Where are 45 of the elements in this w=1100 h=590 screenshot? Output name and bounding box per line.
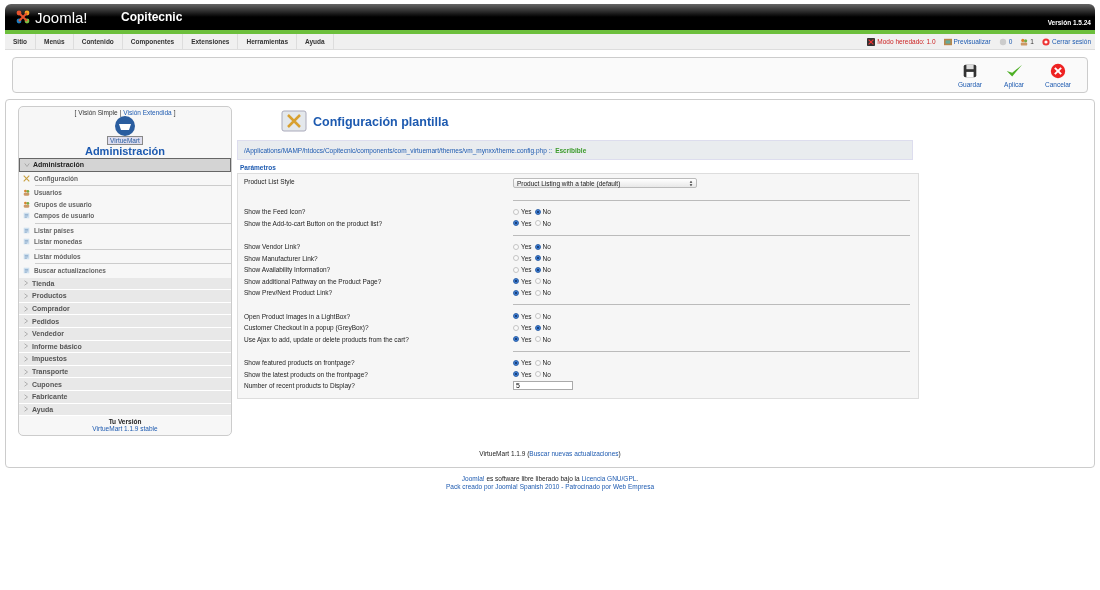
radio-button[interactable] — [513, 289, 519, 296]
radio-button[interactable] — [513, 243, 519, 250]
document-icon — [23, 267, 30, 275]
radio-button[interactable] — [513, 266, 519, 273]
power-icon — [1042, 37, 1050, 46]
radio-button[interactable] — [534, 278, 541, 285]
radio-button[interactable] — [513, 220, 519, 227]
updown-arrow-icon — [689, 179, 693, 187]
site-name: Copitecnic — [121, 10, 183, 24]
badge-icon — [867, 37, 876, 46]
radio-button[interactable] — [513, 371, 519, 378]
radio-button[interactable] — [513, 359, 519, 366]
users-icon — [1020, 37, 1029, 46]
cancel-icon — [1049, 62, 1067, 80]
radio-button[interactable] — [534, 220, 541, 227]
radio-button[interactable] — [513, 336, 519, 343]
radio-button[interactable] — [534, 208, 541, 215]
radio-button[interactable] — [513, 324, 519, 331]
users-icon — [23, 200, 30, 208]
document-icon — [23, 252, 30, 260]
document-icon — [23, 226, 30, 234]
chevron-icon — [24, 161, 30, 168]
logo-text: Joomla! — [35, 8, 89, 26]
tools-icon — [23, 174, 30, 182]
radio-button[interactable] — [513, 255, 519, 262]
radio-button[interactable] — [534, 289, 541, 296]
radio-button[interactable] — [534, 359, 541, 366]
radio-button[interactable] — [534, 255, 541, 262]
radio-button[interactable] — [534, 371, 541, 378]
joomla-logo-icon — [15, 9, 31, 25]
picture-frame-icon — [943, 37, 952, 46]
document-icon — [23, 212, 30, 220]
tools-icon — [281, 110, 307, 134]
users-icon — [23, 189, 30, 197]
radio-button[interactable] — [513, 208, 519, 215]
radio-button[interactable] — [534, 313, 541, 320]
radio-button[interactable] — [534, 243, 541, 250]
radio-button[interactable] — [513, 278, 519, 285]
page-title: Configuración plantilla — [313, 115, 449, 129]
sidebar-title: Administración — [83, 145, 167, 157]
radio-button[interactable] — [534, 266, 541, 273]
document-icon — [23, 238, 30, 246]
radio-button[interactable] — [534, 324, 541, 331]
radio-button[interactable] — [513, 313, 519, 320]
radio-button[interactable] — [534, 336, 541, 343]
